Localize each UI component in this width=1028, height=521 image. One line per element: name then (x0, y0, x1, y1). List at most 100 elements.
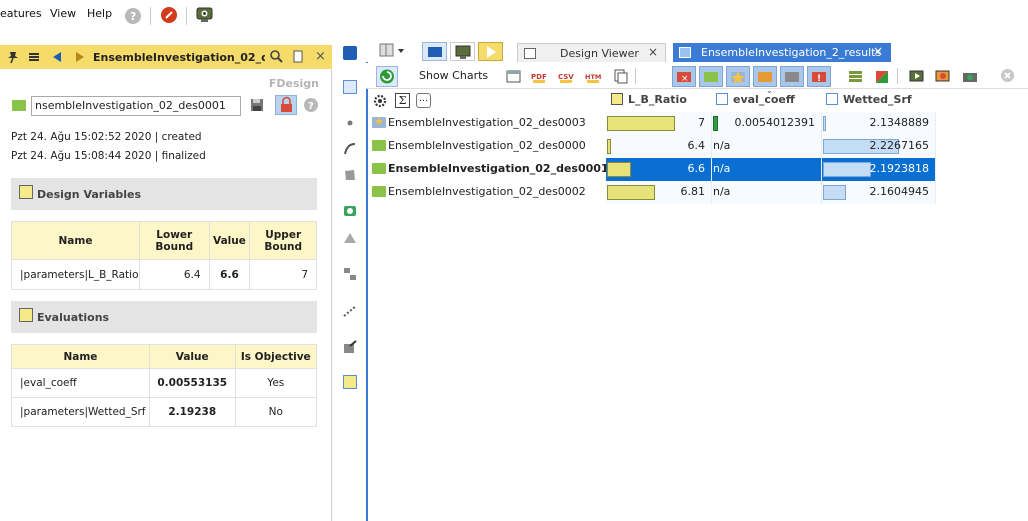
run-icon[interactable] (909, 69, 925, 84)
wetted-srf-cell[interactable]: 2.2267165 (822, 135, 936, 158)
columns-icon[interactable] (848, 69, 864, 84)
design-name-cell[interactable]: EnsembleInvestigation_02_des0000 (368, 135, 606, 158)
help-icon[interactable]: ? (125, 8, 141, 24)
help-icon[interactable]: ? (304, 98, 318, 112)
design-variables-section[interactable]: Design Variables (11, 178, 317, 210)
wetted-srf-bar (823, 116, 826, 131)
design-name-cell[interactable]: ★ EnsembleInvestigation_02_des0003 (368, 112, 606, 135)
close-icon[interactable]: × (873, 44, 883, 58)
pdf-export-icon[interactable]: PDF (531, 69, 549, 84)
pin-icon[interactable] (6, 50, 20, 67)
csv-export-icon[interactable]: CSV (558, 69, 576, 84)
more-icon[interactable]: … (416, 93, 431, 108)
tab-design-viewer[interactable]: Design Viewer × (517, 43, 666, 62)
lb-ratio-value: 6.81 (680, 185, 706, 198)
column-header-wetted-srf[interactable]: Wetted_Srf (826, 91, 936, 111)
pending-folder-button[interactable] (753, 66, 777, 87)
svg-text:!: ! (817, 74, 821, 84)
copy-icon[interactable] (612, 69, 628, 84)
eval-coeff-cell[interactable]: 0.0054012391 (712, 112, 822, 135)
node-icon[interactable] (343, 80, 357, 94)
evaluations-section[interactable]: Evaluations (11, 301, 317, 333)
sort-indicator-icon: ⌄ (766, 86, 773, 95)
column-header-eval-coeff[interactable]: eval_coeff ⌄ (716, 86, 820, 111)
table-row[interactable]: EnsembleInvestigation_02_des0001 6.6 n/a 2.… (368, 158, 936, 181)
save-icon[interactable] (250, 98, 265, 116)
table-row[interactable]: ★ EnsembleInvestigation_02_des0003 7 0.0054… (368, 112, 936, 135)
eval-coeff-cell[interactable]: n/a (712, 135, 822, 158)
wetted-srf-cell[interactable]: 2.1604945 (822, 181, 936, 204)
folder-tab-button[interactable] (422, 42, 447, 61)
table-row[interactable]: EnsembleInvestigation_02_des0002 6.81 n/a 2… (368, 181, 936, 204)
forward-arrow-icon[interactable] (73, 50, 87, 67)
stop-icon[interactable] (161, 7, 177, 23)
lb-ratio-cell[interactable]: 7 (606, 112, 712, 135)
lock-button[interactable] (275, 95, 297, 115)
htm-export-icon[interactable]: HTM (585, 69, 603, 84)
menu-help[interactable]: Help (87, 7, 112, 20)
eye-icon[interactable] (196, 6, 213, 22)
design-name-cell[interactable]: EnsembleInvestigation_02_des0002 (368, 181, 606, 204)
folder-icon[interactable] (343, 46, 357, 60)
eval-coeff-cell[interactable]: n/a (712, 181, 822, 204)
tab-bar: Design Viewer × EnsembleInvestigation_2_… (366, 38, 1028, 62)
folder-button[interactable] (699, 66, 723, 87)
grey-folder-button[interactable] (780, 66, 804, 87)
camera-icon[interactable] (962, 69, 978, 84)
curve-icon[interactable] (343, 142, 357, 156)
table-icon[interactable] (506, 69, 522, 84)
monitor-tab-button[interactable] (450, 42, 475, 61)
section-title: Design Variables (37, 188, 142, 201)
best-design-button[interactable] (726, 66, 750, 87)
search-icon[interactable] (269, 49, 284, 67)
show-charts-button[interactable]: Show Charts (419, 69, 488, 82)
section-title: Evaluations (37, 311, 110, 324)
dot-icon[interactable] (343, 116, 357, 130)
menu-features[interactable]: eatures (0, 7, 42, 20)
evaluation-value: 0.00553135 (148, 368, 236, 398)
viewer-icon (524, 48, 536, 59)
divider (150, 7, 151, 25)
surface-icon[interactable] (343, 168, 357, 182)
design-name-cell[interactable]: EnsembleInvestigation_02_des0001 (368, 158, 609, 181)
tab-results[interactable]: EnsembleInvestigation_2_results × (673, 43, 891, 62)
refresh-button[interactable] (376, 66, 398, 87)
close-icon[interactable]: × (648, 45, 658, 59)
error-folder-button[interactable]: ! (807, 66, 831, 87)
wetted-srf-cell[interactable]: 2.1923818 (822, 158, 936, 181)
lb-ratio-cell[interactable]: 6.6 (606, 158, 712, 181)
play-tab-button[interactable] (478, 42, 503, 61)
evaluation-value: 2.19238 (148, 397, 236, 427)
svg-text:?: ? (308, 101, 314, 112)
lb-ratio-cell[interactable]: 6.4 (606, 135, 712, 158)
run-all-icon[interactable] (935, 69, 951, 84)
delete-design-button[interactable]: × (672, 66, 696, 87)
pdf-label: PDF (531, 73, 547, 81)
window-icon[interactable] (292, 50, 305, 66)
layout-menu-icon[interactable] (379, 43, 404, 59)
target-icon[interactable] (343, 204, 357, 218)
design-name-field[interactable]: nsembleInvestigation_02_des0001 (31, 96, 241, 116)
link-icon[interactable] (343, 267, 357, 281)
back-arrow-icon[interactable] (50, 50, 64, 67)
list-icon[interactable] (27, 50, 41, 67)
design-icon[interactable] (343, 375, 357, 389)
cancel-icon[interactable] (1001, 69, 1014, 82)
wetted-srf-value: 2.1348889 (869, 116, 930, 129)
settings-icon[interactable] (373, 94, 387, 111)
dotted-line-icon[interactable] (343, 304, 357, 318)
lb-ratio-cell[interactable]: 6.81 (606, 181, 712, 204)
table-row[interactable]: EnsembleInvestigation_02_des0000 6.4 n/a 2.… (368, 135, 936, 158)
eval-coeff-cell[interactable]: n/a (712, 158, 822, 181)
folder-icon (372, 186, 386, 197)
close-icon[interactable]: × (315, 49, 326, 64)
menu-view[interactable]: View (50, 7, 76, 20)
edit-icon[interactable] (343, 340, 357, 354)
sum-icon[interactable]: Σ (395, 93, 410, 108)
eval-coeff-value: n/a (713, 162, 731, 175)
star-icon: ★ (374, 115, 384, 128)
color-map-icon[interactable] (874, 69, 890, 84)
wetted-srf-cell[interactable]: 2.1348889 (822, 112, 936, 135)
column-header-lb-ratio[interactable]: L_B_Ratio (611, 91, 711, 111)
shape-icon[interactable] (343, 231, 357, 245)
